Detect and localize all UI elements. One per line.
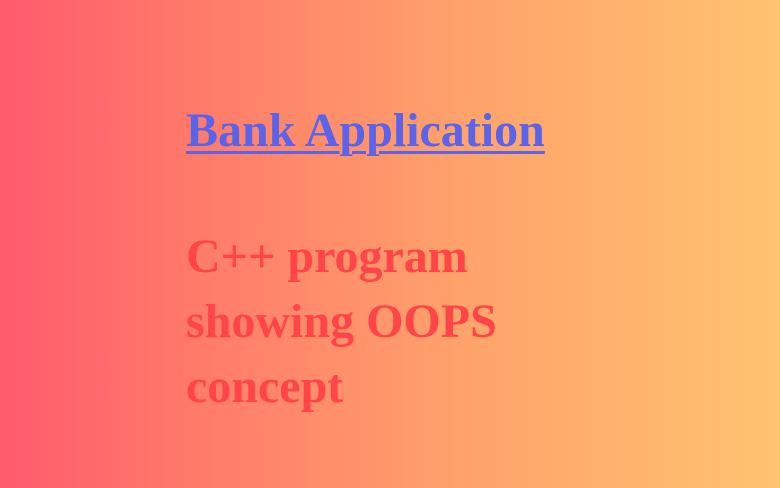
subtitle-text: C++ program showing OOPS concept [186, 230, 497, 413]
title-link[interactable]: Bank Application [186, 100, 545, 162]
slide-card: Bank Application C++ program showing OOP… [0, 0, 780, 488]
